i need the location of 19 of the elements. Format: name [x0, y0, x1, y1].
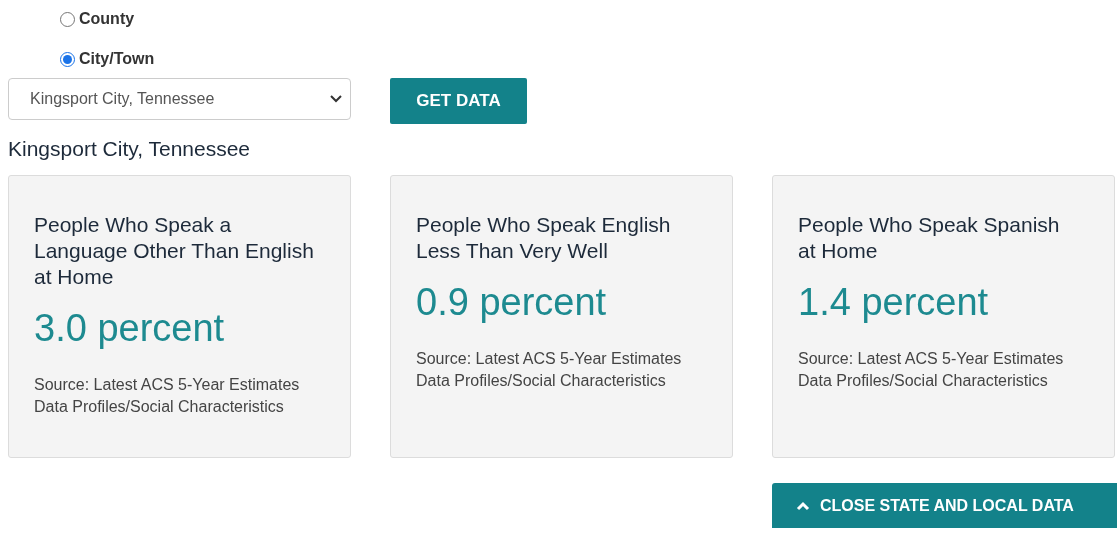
stat-value: 0.9 percent: [416, 280, 608, 324]
radio-label: County: [79, 9, 135, 29]
stat-value: 3.0 percent: [34, 306, 226, 350]
close-data-button[interactable]: CLOSE STATE AND LOCAL DATA: [772, 483, 1117, 528]
source-note: Source: Latest ACS 5-Year Estimates Data Profiles/Social Characteristics: [798, 349, 1065, 391]
place-heading: Kingsport City, Tennessee: [7, 136, 252, 162]
card-title: People Who Speak Spanish at Home: [798, 212, 1061, 264]
card-title: People Who Speak a Language Other Than English at Home: [34, 212, 315, 290]
get-data-button[interactable]: GET DATA: [390, 78, 527, 124]
card-title: People Who Speak English Less Than Very Well: [416, 212, 672, 264]
source-note: Source: Latest ACS 5-Year Estimates Data Profiles/Social Characteristics: [34, 375, 301, 417]
chevron-up-icon: [796, 500, 810, 511]
radio-button[interactable]: [60, 51, 75, 67]
radio-label: City/Town: [79, 49, 155, 69]
stat-value: 1.4 percent: [798, 280, 990, 324]
place-select[interactable]: Kingsport City, Tennessee: [8, 78, 351, 120]
radio-button[interactable]: [60, 11, 75, 27]
chevron-down-icon: [330, 95, 342, 103]
source-note: Source: Latest ACS 5-Year Estimates Data Profiles/Social Characteristics: [416, 349, 683, 391]
